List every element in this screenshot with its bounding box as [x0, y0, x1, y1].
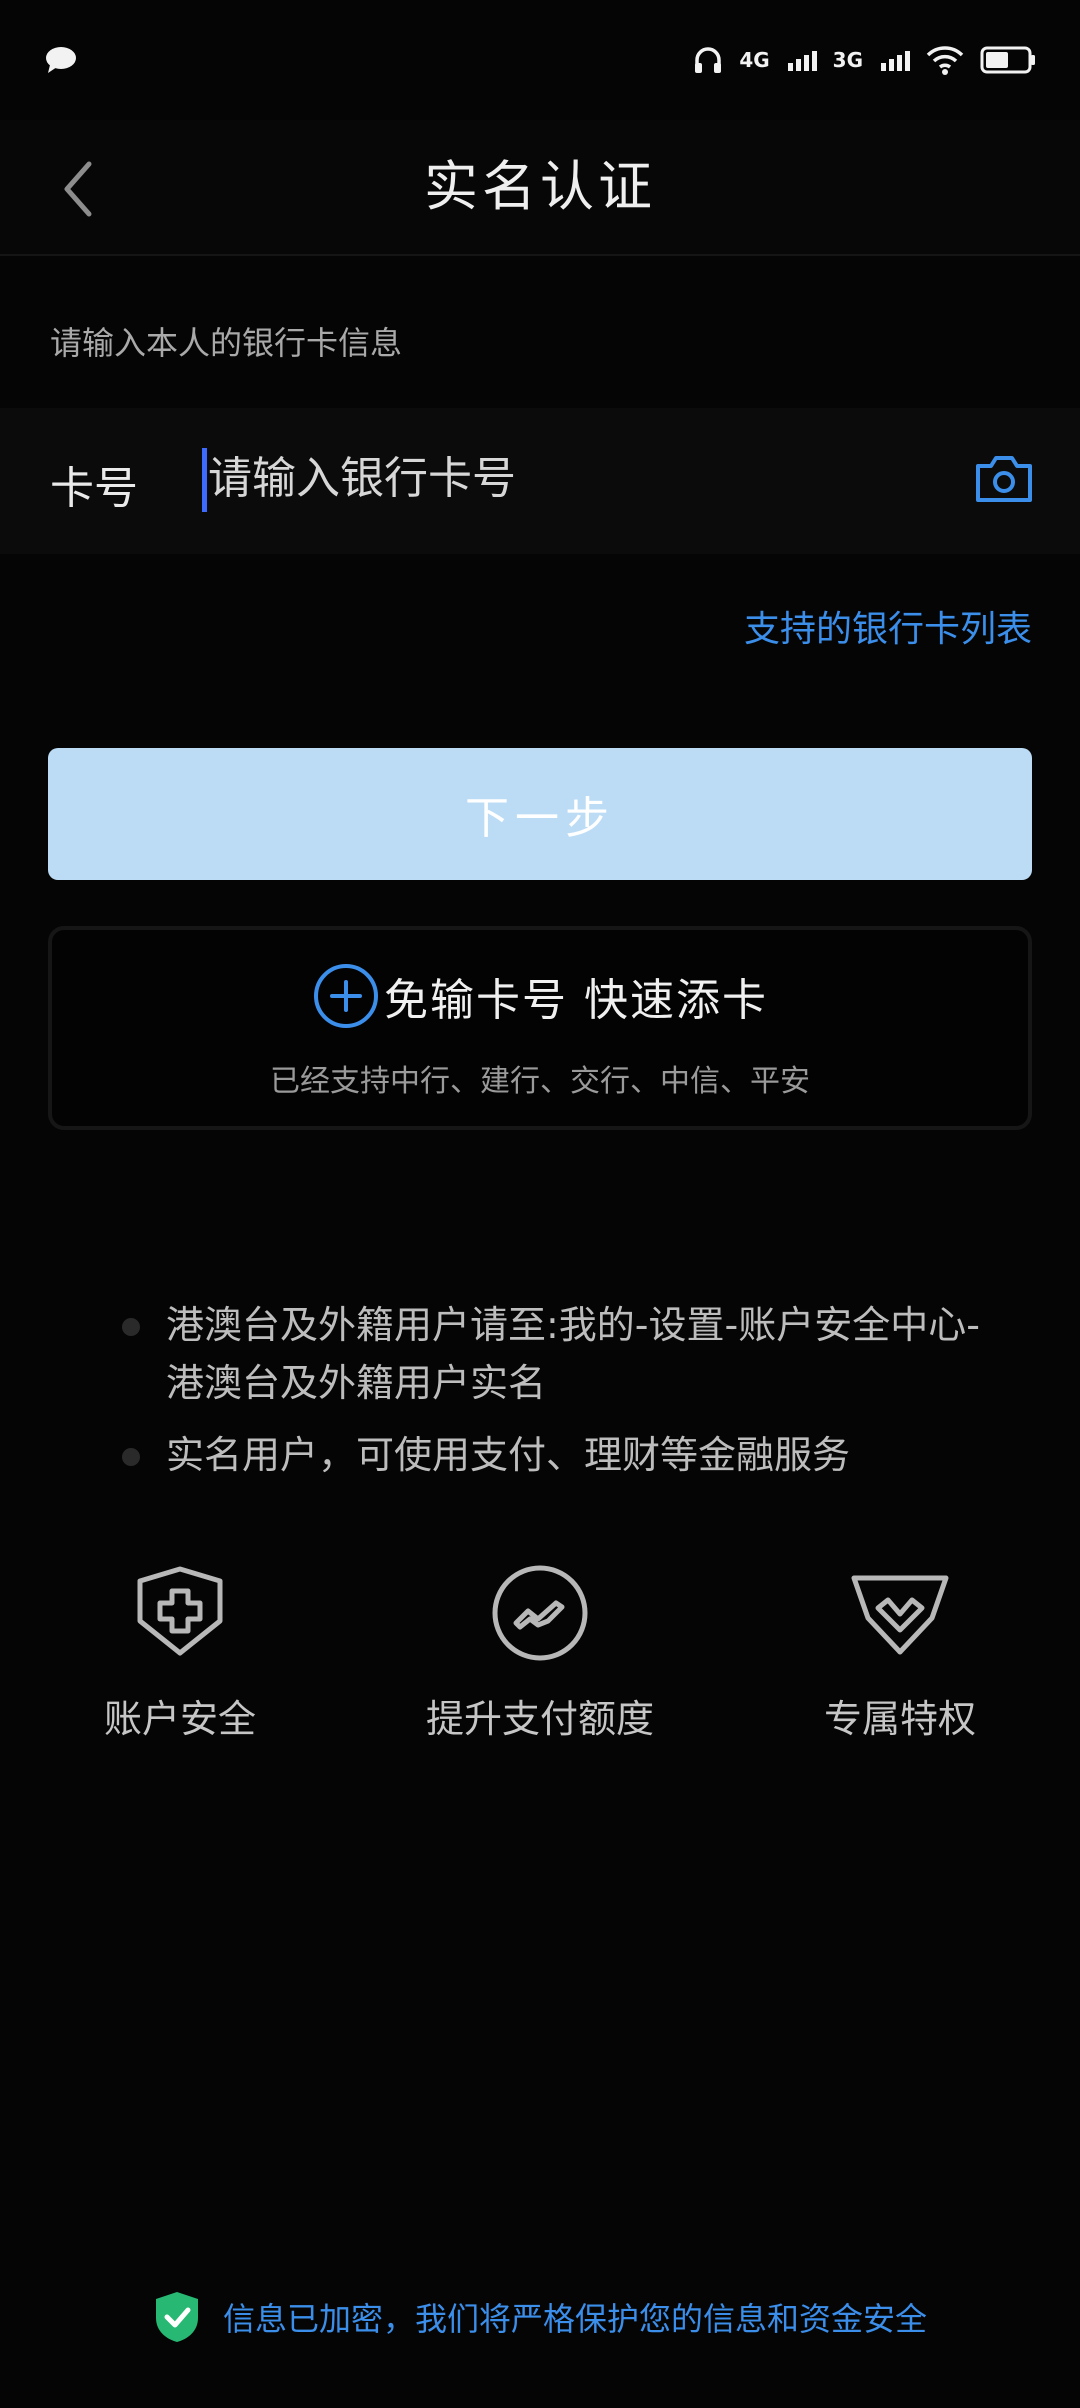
- security-footer: 信息已加密，我们将严格保护您的信息和资金安全: [0, 2290, 1080, 2344]
- shield-plus-icon: [30, 1558, 330, 1668]
- note-text: 港澳台及外籍用户请至:我的-设置-账户安全中心-港澳台及外籍用户实名: [166, 1303, 980, 1405]
- signal-icon: [787, 49, 817, 71]
- status-bar: 4G 3G: [0, 0, 1080, 120]
- status-right: 4G 3G: [693, 45, 1036, 75]
- diamond-badge-icon: [750, 1558, 1050, 1668]
- camera-icon: [976, 456, 1032, 502]
- quick-add-card[interactable]: 免输卡号 快速添卡 已经支持中行、建行、交行、中信、平安: [48, 926, 1032, 1130]
- quick-add-subtitle: 已经支持中行、建行、交行、中信、平安: [270, 1064, 810, 1099]
- notes-list: 港澳台及外籍用户请至:我的-设置-账户安全中心-港澳台及外籍用户实名 实名用户，…: [122, 1296, 982, 1498]
- chat-bubble-icon: [44, 45, 78, 75]
- feature-account-security: 账户安全: [30, 1558, 330, 1743]
- status-left: [44, 45, 78, 75]
- note-text: 实名用户，可使用支付、理财等金融服务: [166, 1433, 851, 1477]
- camera-scan-button[interactable]: [974, 452, 1034, 512]
- feature-payment-limit: 提升支付额度: [390, 1558, 690, 1743]
- feature-label: 提升支付额度: [425, 1697, 654, 1741]
- card-number-input[interactable]: [204, 438, 944, 518]
- payment-limit-icon: [390, 1558, 690, 1668]
- note-item: 港澳台及外籍用户请至:我的-设置-账户安全中心-港澳台及外籍用户实名: [122, 1296, 982, 1412]
- card-number-label: 卡号: [50, 463, 138, 514]
- feature-label: 账户安全: [103, 1697, 256, 1741]
- bullet-dot: [122, 1318, 140, 1336]
- shield-check-icon: [155, 2292, 198, 2342]
- bullet-dot: [122, 1448, 140, 1466]
- next-step-button[interactable]: 下一步: [48, 748, 1032, 880]
- header: 实名认证: [0, 120, 1080, 256]
- headphone-icon: [693, 45, 723, 75]
- form-hint: 请输入本人的银行卡信息: [50, 324, 403, 362]
- quick-add-title: 免输卡号 快速添卡: [384, 975, 768, 1026]
- card-number-row: 卡号: [0, 408, 1080, 554]
- plus-circle-icon: [314, 964, 378, 1028]
- feature-list: 账户安全 提升支付额度 专属特权: [0, 1558, 1080, 1758]
- network-label-1: 4G: [739, 48, 770, 72]
- wifi-icon: [926, 45, 964, 75]
- note-item: 实名用户，可使用支付、理财等金融服务: [122, 1426, 982, 1484]
- feature-exclusive-privilege: 专属特权: [750, 1558, 1050, 1743]
- signal-icon-2: [881, 49, 910, 71]
- security-footer-text: 信息已加密，我们将严格保护您的信息和资金安全: [222, 2300, 927, 2338]
- supported-banks-link[interactable]: 支持的银行卡列表: [744, 600, 1032, 652]
- page-title: 实名认证: [424, 155, 656, 218]
- network-label-2: 3G: [832, 48, 863, 72]
- battery-icon: [980, 45, 1036, 75]
- feature-label: 专属特权: [823, 1697, 976, 1741]
- quick-add-title-row: 免输卡号 快速添卡: [52, 962, 1028, 1030]
